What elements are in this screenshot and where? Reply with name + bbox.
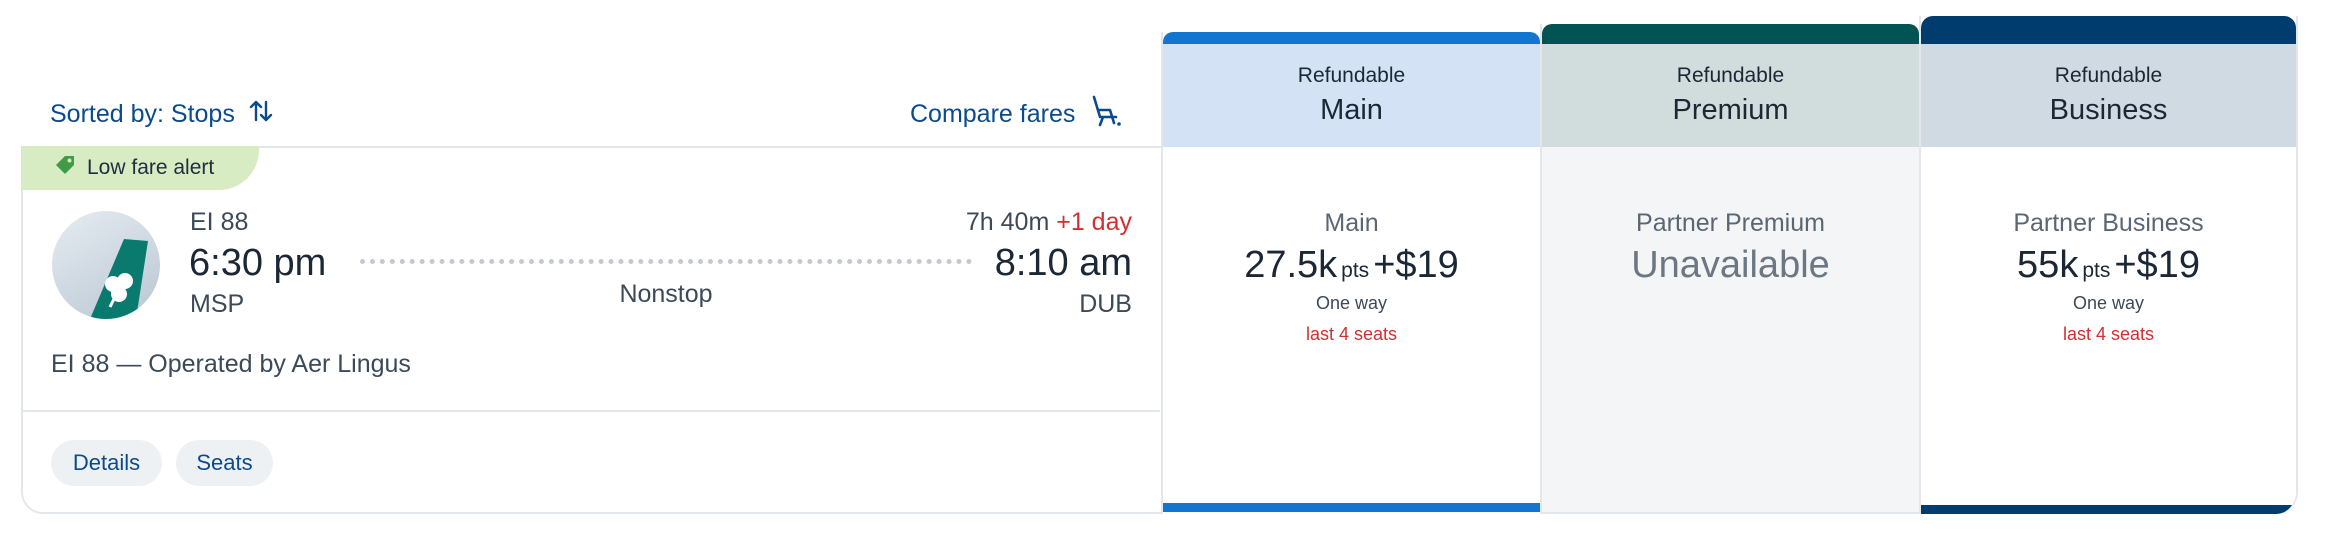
points-unit: pts xyxy=(1341,259,1370,282)
fare-accent-top xyxy=(1542,24,1919,44)
price-tag-icon xyxy=(53,153,77,183)
departure-airport: MSP xyxy=(190,290,245,318)
fare-accent-top xyxy=(1163,32,1540,44)
day-offset: +1 day xyxy=(1056,208,1132,236)
fare-accent-bottom xyxy=(1163,503,1540,512)
departure-time: 6:30 pm xyxy=(189,242,327,284)
fare-header-name: Business xyxy=(2049,94,2168,126)
fare-price: 55k pts + $19 xyxy=(2017,244,2200,287)
plus-sign: + xyxy=(2114,244,2137,286)
fare-points: 55k xyxy=(2017,244,2079,286)
operated-by: EI 88 — Operated by Aer Lingus xyxy=(51,350,411,378)
details-button[interactable]: Details xyxy=(51,440,162,486)
fare-header-sub: Refundable xyxy=(1297,64,1406,87)
fare-header-business: Refundable Business xyxy=(1921,44,2296,147)
fare-label: Partner Business xyxy=(2013,209,2204,237)
fare-body-premium: Partner Premium Unavailable xyxy=(1542,147,1919,514)
sort-control[interactable]: Sorted by: Stops xyxy=(50,94,273,134)
fare-cash: $19 xyxy=(1395,244,1459,286)
fare-header-premium: Refundable Premium xyxy=(1542,44,1919,147)
fare-header-main: Refundable Main xyxy=(1163,44,1540,147)
sort-arrows-icon xyxy=(249,98,273,131)
points-unit: pts xyxy=(2082,259,2111,282)
seat-icon xyxy=(1089,94,1123,135)
fare-accent-top xyxy=(1921,16,2296,44)
seats-remaining: last 4 seats xyxy=(2062,324,2155,344)
stops-label: Nonstop xyxy=(619,280,713,308)
fare-unavailable: Unavailable xyxy=(1631,244,1830,286)
compare-fares-label: Compare fares xyxy=(910,99,1076,128)
fare-column-business[interactable]: Refundable Business Partner Business 55k… xyxy=(1919,16,2298,514)
one-way-label: One way xyxy=(1315,293,1388,313)
fare-cash: $19 xyxy=(2136,244,2200,286)
fare-column-main[interactable]: Refundable Main Main 27.5k pts + $19 One… xyxy=(1161,32,1540,514)
arrival-time: 8:10 am xyxy=(994,242,1132,284)
seats-remaining: last 4 seats xyxy=(1305,324,1398,344)
seats-button[interactable]: Seats xyxy=(176,440,273,486)
fare-header-sub: Refundable xyxy=(1676,64,1785,87)
sort-label: Sorted by: Stops xyxy=(50,99,235,128)
airline-logo xyxy=(52,211,160,319)
fare-body-business[interactable]: Partner Business 55k pts + $19 One way l… xyxy=(1921,147,2296,505)
fare-header-name: Premium xyxy=(1672,94,1789,126)
plus-sign: + xyxy=(1373,244,1396,286)
one-way-label: One way xyxy=(2072,293,2145,313)
fare-column-premium: Refundable Premium Partner Premium Unava… xyxy=(1540,24,1919,514)
fare-label: Main xyxy=(1324,209,1379,237)
fare-price: 27.5k pts + $19 xyxy=(1244,244,1459,287)
compare-fares-button[interactable]: Compare fares xyxy=(910,94,1123,134)
fare-label: Partner Premium xyxy=(1636,209,1825,237)
duration: 7h 40m xyxy=(965,208,1050,236)
duration-row: 7h 40m +1 day xyxy=(880,208,1132,237)
flight-number: EI 88 xyxy=(190,208,249,236)
arrival-airport: DUB xyxy=(1079,290,1132,318)
fare-header-name: Main xyxy=(1320,94,1383,126)
fare-points: 27.5k xyxy=(1244,244,1338,286)
fare-header-sub: Refundable xyxy=(2054,64,2163,87)
card-divider xyxy=(22,410,1160,412)
low-fare-alert-badge: Low fare alert xyxy=(21,146,259,190)
low-fare-alert-label: Low fare alert xyxy=(87,156,215,179)
fare-body-main[interactable]: Main 27.5k pts + $19 One way last 4 seat… xyxy=(1163,147,1540,503)
fare-accent-bottom xyxy=(1921,505,2296,514)
